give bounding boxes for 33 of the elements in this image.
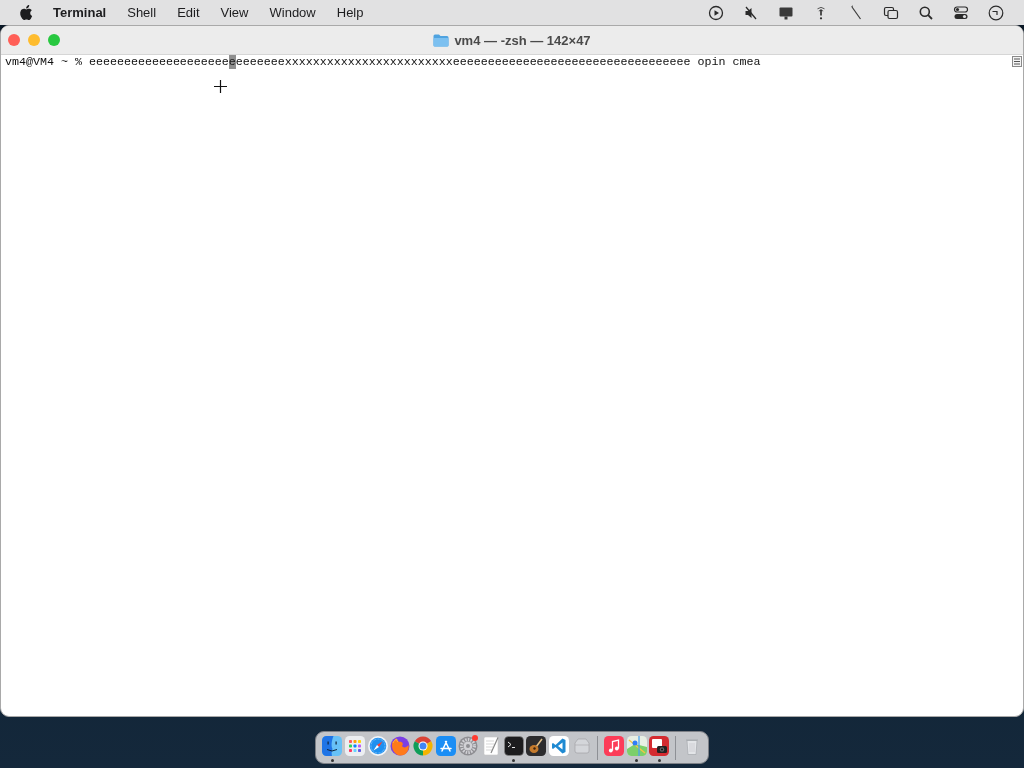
terminal-icon[interactable] bbox=[503, 736, 524, 756]
search-icon[interactable] bbox=[918, 4, 934, 21]
menu-item[interactable]: Edit bbox=[177, 4, 200, 21]
smiling-face-icon[interactable] bbox=[322, 736, 343, 756]
command-text: eeeeeeexxxxxxxxxxxxxxxxxxxxxxxxeeeeeeeeeeeeeeeeeeeeeeeeeeeeeeeeee opin cmea bbox=[235, 55, 761, 69]
ribbon-icon[interactable] bbox=[549, 736, 570, 756]
letter-a-icon[interactable] bbox=[435, 736, 456, 756]
app-menu[interactable]: Terminal bbox=[53, 4, 107, 21]
play-circle-icon[interactable] bbox=[708, 4, 724, 21]
windows-icon[interactable] bbox=[883, 4, 899, 21]
prompt-text: vm4@VM4 ~ % bbox=[5, 55, 82, 69]
command-text: eeeeeeeeeeeeeeeeeeee bbox=[88, 55, 229, 69]
close-button[interactable] bbox=[8, 34, 20, 46]
flame-globe-icon[interactable] bbox=[390, 736, 411, 756]
segmented-ring-icon[interactable] bbox=[412, 736, 433, 756]
menu-item[interactable]: Window bbox=[269, 4, 316, 21]
lines-icon[interactable] bbox=[1012, 56, 1022, 67]
photo-camera-icon[interactable] bbox=[649, 736, 670, 756]
text-cursor: e bbox=[228, 55, 236, 69]
music-note-icon[interactable] bbox=[604, 736, 625, 756]
crosshair-cursor-icon bbox=[214, 80, 227, 93]
toggles-icon[interactable] bbox=[953, 4, 969, 21]
window-title: vm4 — -zsh — 142×47 bbox=[454, 32, 591, 48]
menu-item[interactable]: Help bbox=[336, 4, 364, 21]
folder-icon bbox=[433, 33, 450, 47]
slash-icon[interactable] bbox=[848, 4, 864, 21]
compass-icon[interactable] bbox=[367, 736, 388, 756]
menu-item[interactable]: View bbox=[220, 4, 249, 21]
menu-item[interactable]: Shell bbox=[127, 4, 157, 21]
muted-speaker-icon[interactable] bbox=[743, 4, 759, 21]
apple-logo-icon[interactable] bbox=[19, 4, 33, 21]
guitar-icon[interactable] bbox=[526, 736, 547, 756]
app-grid-icon[interactable] bbox=[344, 736, 365, 756]
